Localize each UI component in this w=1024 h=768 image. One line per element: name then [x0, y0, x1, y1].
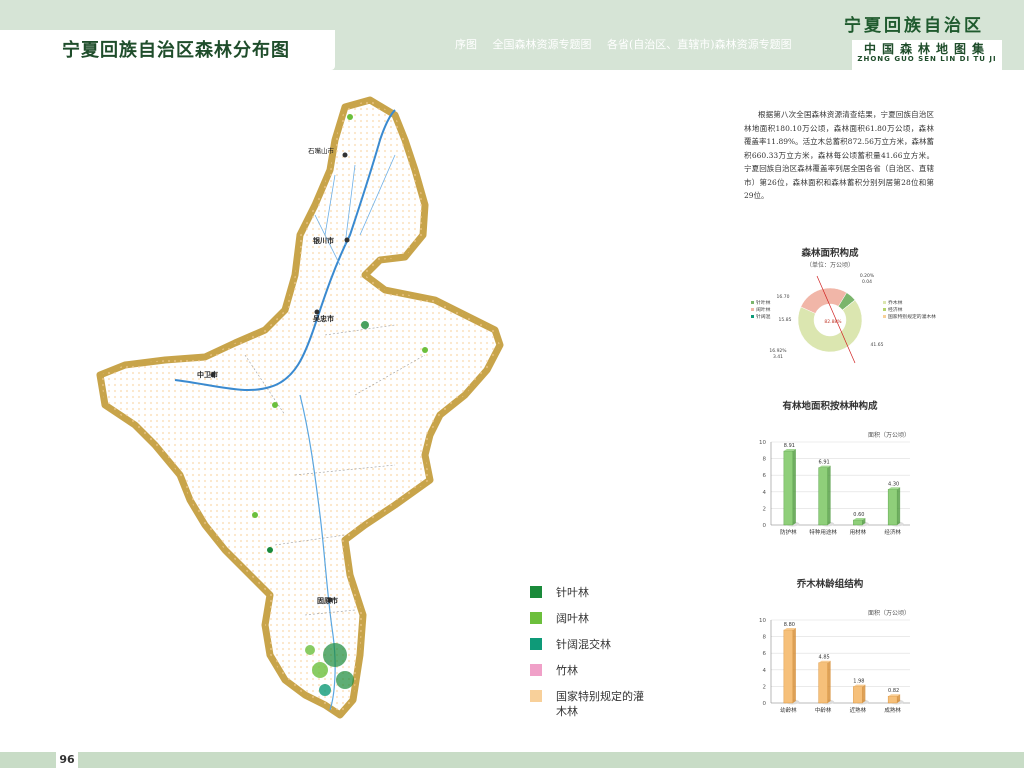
x-tick-label: 中龄林 [815, 706, 832, 714]
pie-annotation: 15.85 [779, 317, 792, 323]
bar-side [862, 684, 866, 703]
pie-legend-swatch [751, 315, 754, 318]
y-tick-label: 4 [763, 490, 767, 496]
pie-annotation: 41.65 [871, 342, 884, 348]
legend-swatch [530, 638, 542, 650]
legend-swatch [530, 664, 542, 676]
bar [887, 695, 898, 704]
nav-breadcrumb: 序图 全国森林资源专题图 各省(自治区、直辖市)森林资源专题图 [455, 36, 804, 52]
pie-legend-swatch [883, 301, 886, 304]
y-tick-label: 4 [763, 668, 767, 674]
data-label: 0.82 [888, 688, 899, 694]
atlas-pinyin: ZHONG GUO SEN LIN DI TU JI [857, 55, 997, 63]
y-tick-label: 8 [763, 457, 767, 463]
data-label: 8.80 [784, 622, 795, 628]
bar-side [827, 465, 831, 525]
city-label-zhongwei: 中卫市 [197, 370, 218, 379]
pie-legend-label: 国家特别规定的灌木林 [888, 313, 936, 320]
bar [853, 686, 863, 704]
data-label: 6.91 [819, 460, 830, 466]
city-label-yinchuan: 银川市 [313, 236, 334, 245]
intro-paragraph: 根据第八次全国森林资源清查结果，宁夏回族自治区林地面积180.10万公顷，森林面… [744, 110, 934, 200]
legend-swatch [530, 586, 542, 598]
page-title: 宁夏回族自治区森林分布图 [62, 40, 290, 61]
pie-legend-label: 针叶林 [756, 299, 771, 306]
x-tick-label: 成熟林 [884, 706, 901, 714]
pie-legend-swatch [751, 301, 754, 304]
bar [818, 467, 828, 526]
legend-label: 竹林 [556, 664, 578, 677]
y-tick-label: 8 [763, 635, 767, 641]
y-axis-label: 面积（万公顷） [868, 431, 910, 439]
y-tick-label: 10 [759, 618, 766, 624]
city-label-guyuan: 固原市 [317, 596, 338, 605]
legend-label: 针阔混交林 [556, 638, 611, 651]
x-tick-label: 幼龄林 [780, 706, 797, 714]
x-tick-label: 防护林 [780, 528, 797, 536]
x-tick-label: 用材林 [850, 528, 867, 536]
pie-legend-label: 阔叶林 [756, 306, 771, 313]
x-tick-label: 近熟林 [850, 706, 867, 714]
pie-legend-swatch [883, 308, 886, 311]
forest-map: 石嘴山市 银川市 吴忠市 中卫市 固原市 [96, 96, 504, 719]
pie-legend-label: 经济林 [888, 306, 903, 313]
legend-swatch [530, 612, 542, 624]
city-label-wuzhong: 吴忠市 [313, 314, 334, 323]
nav-item-provincial[interactable]: 各省(自治区、直辖市)森林资源专题图 [607, 38, 792, 51]
x-tick-label: 经济林 [884, 528, 901, 536]
bar [783, 629, 794, 704]
bar [853, 519, 863, 526]
bar-side [897, 487, 901, 525]
data-label: 8.91 [784, 443, 795, 449]
pie-annotation: 16.70 [777, 294, 790, 300]
y-tick-label: 6 [763, 473, 767, 479]
y-tick-label: 6 [763, 651, 767, 657]
atlas-badge: 中国森林地图集 ZHONG GUO SEN LIN DI TU JI [852, 40, 1002, 70]
bar [887, 489, 898, 526]
y-tick-label: 0 [763, 523, 767, 529]
pie-annotation: 0.20% [860, 273, 875, 279]
pie-annotation: 82.88% [824, 319, 842, 325]
nav-item-prelude[interactable]: 序图 [455, 38, 477, 51]
pie-chart: 0.20%0.04 16.70 15.85 82.88% 16.92%3.41 41.65… [751, 273, 936, 364]
region-fill [100, 100, 500, 715]
y-tick-label: 0 [763, 701, 767, 707]
legend-label: 针叶林 [556, 586, 589, 599]
pie-chart-title: 森林面积构成 [801, 248, 859, 259]
pie-annotation: 3.41 [773, 354, 783, 360]
region-name: 宁夏回族自治区 [844, 16, 984, 36]
bar2-chart-title: 乔木林龄组结构 [796, 579, 864, 590]
pie-legend-label: 针阔混 [756, 313, 771, 320]
bar2-chart: 面积（万公顷） 0 2 4 6 8 10 8.80 幼龄林 4.85 中龄林 1.98 近熟林 0.82 成… [759, 609, 910, 714]
data-label: 0.60 [853, 512, 864, 518]
pie-legend-swatch [883, 315, 886, 318]
bar-side [792, 449, 796, 525]
legend-label: 阔叶林 [556, 612, 589, 625]
bar-side [792, 627, 796, 703]
x-tick-label: 特种用途林 [809, 528, 837, 536]
pie-legend-swatch [751, 308, 754, 311]
y-tick-label: 10 [759, 440, 766, 446]
city-label-shizuishan: 石嘴山市 [308, 146, 335, 155]
pie-annotation: 0.04 [862, 279, 872, 285]
y-axis-label: 面积（万公顷） [868, 609, 910, 617]
legend-label: 国家特别规定的灌木林 [556, 690, 644, 718]
bar1-chart: 面积（万公顷） 0 2 4 6 8 10 8.91 防护林 6.91 特种用途林 0.60 用材林 4.3… [759, 431, 910, 536]
pie-annotation: 16.92% [769, 348, 787, 354]
bar [818, 662, 828, 704]
nav-item-national[interactable]: 全国森林资源专题图 [493, 38, 592, 51]
bar1-chart-title: 有林地面积按林种构成 [782, 401, 878, 412]
footer-bar [0, 752, 1024, 768]
y-tick-label: 2 [763, 684, 767, 690]
bar-side [827, 660, 831, 703]
data-label: 1.98 [853, 679, 864, 685]
bar [783, 450, 794, 526]
data-label: 4.30 [888, 481, 899, 487]
pie-legend-label: 乔木林 [888, 299, 903, 306]
legend-swatch [530, 690, 542, 702]
y-tick-label: 2 [763, 506, 767, 512]
data-label: 4.85 [819, 655, 830, 661]
page-number: 96 [56, 751, 78, 768]
